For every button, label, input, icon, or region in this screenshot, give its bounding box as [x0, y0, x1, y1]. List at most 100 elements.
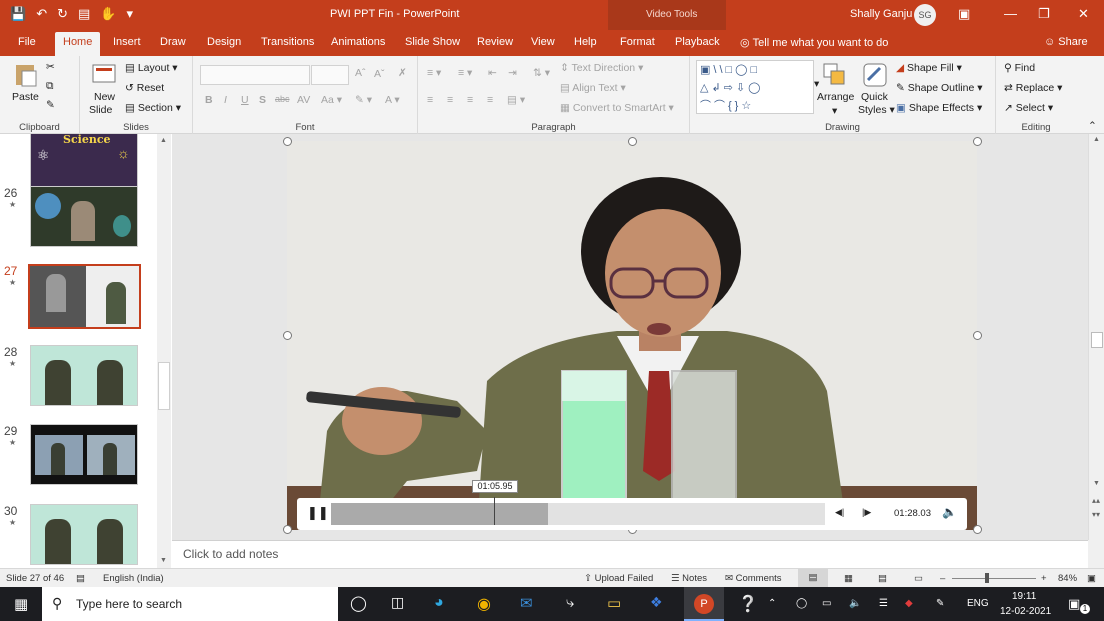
collapse-ribbon-icon[interactable]: ⌃ — [1088, 120, 1097, 132]
tab-file[interactable]: File — [18, 36, 36, 48]
ribbon-display-icon[interactable]: ▣ — [958, 6, 970, 22]
copy-icon[interactable]: ⧉ — [46, 80, 54, 93]
cortana-icon[interactable]: ◯ — [350, 594, 370, 614]
section-button[interactable]: ▤ Section ▾ — [125, 102, 181, 114]
tab-insert[interactable]: Insert — [113, 36, 141, 48]
thumbnail-scrollbar[interactable]: ▲ ▼ — [157, 134, 171, 568]
quick-styles-label-1[interactable]: Quick — [861, 91, 888, 103]
strikethrough-icon[interactable]: abc — [275, 94, 290, 104]
edge-icon[interactable]: ◕ — [434, 594, 454, 614]
resize-handle-br[interactable] — [973, 525, 982, 534]
line-spacing-icon[interactable]: ⇅ ▾ — [533, 67, 550, 79]
seek-track[interactable] — [331, 497, 825, 525]
cut-icon[interactable]: ✂ — [46, 61, 55, 73]
file-explorer-icon[interactable]: ▭ — [607, 594, 627, 614]
spellcheck-icon[interactable]: ▤ — [76, 573, 85, 584]
prev-slide-icon[interactable]: ▴▴ — [1092, 496, 1100, 505]
volume-icon[interactable]: 🔈 — [942, 505, 957, 519]
tab-design[interactable]: Design — [207, 36, 241, 48]
shapes-more-icon[interactable]: ▾ — [814, 78, 819, 90]
align-center-icon[interactable]: ≡ — [447, 94, 453, 106]
shape-effects-button[interactable]: ▣ Shape Effects ▾ — [896, 102, 982, 114]
scroll-up-icon[interactable]: ▲ — [1093, 136, 1100, 143]
thumbnail-30[interactable]: 30 ★ — [0, 504, 160, 568]
tab-help[interactable]: Help — [574, 36, 597, 48]
editor-scroll-thumb[interactable] — [1091, 332, 1103, 348]
resize-handle-tl[interactable] — [283, 137, 292, 146]
increase-indent-icon[interactable]: ⇥ — [508, 67, 517, 79]
comments-toggle[interactable]: ✉ Comments — [725, 573, 782, 584]
clock-date[interactable]: 12-02-2021 — [1000, 606, 1051, 617]
step-back-icon[interactable]: ◀| — [835, 507, 844, 518]
shape-fill-button[interactable]: ◢ Shape Fill ▾ — [896, 62, 962, 74]
bullets-icon[interactable]: ≡ ▾ — [427, 67, 441, 79]
touch-mode-icon[interactable]: ✋ — [100, 6, 116, 22]
mail-icon[interactable]: ✉ — [520, 594, 540, 614]
seek-cursor[interactable] — [494, 497, 496, 525]
zoom-out-icon[interactable]: – — [940, 573, 945, 584]
resize-handle-mr[interactable] — [973, 331, 982, 340]
select-button[interactable]: ↗ Select ▾ — [1004, 102, 1053, 114]
new-slide-label-2[interactable]: Slide — [89, 104, 112, 116]
tab-playback[interactable]: Playback — [675, 36, 720, 48]
editor-scrollbar[interactable]: ▲ ▼ ▴▴ ▾▾ — [1088, 134, 1104, 540]
pen-tray-icon[interactable]: ✎ — [936, 598, 944, 609]
fit-to-window-icon[interactable]: ▣ — [1087, 573, 1096, 584]
slideshow-view-icon[interactable]: ▭ — [914, 573, 923, 584]
bold-icon[interactable]: B — [205, 94, 213, 106]
thumbnail-28[interactable]: 28 ★ — [0, 345, 160, 409]
volume-tray-icon[interactable]: 🔈 — [849, 598, 861, 609]
language-indicator[interactable]: English (India) — [103, 573, 164, 584]
new-slide-label-1[interactable]: New — [94, 91, 115, 103]
tab-animations[interactable]: Animations — [331, 36, 385, 48]
notes-scrollbar[interactable] — [1088, 540, 1104, 568]
video-frame[interactable] — [287, 141, 977, 530]
shapes-gallery[interactable]: ▣\\□◯□ △↲⇨⇩◯ ⌒⌒{}☆ — [696, 60, 814, 114]
grow-font-icon[interactable]: Aˆ — [355, 67, 366, 79]
resize-handle-bl[interactable] — [283, 525, 292, 534]
align-right-icon[interactable]: ≡ — [467, 94, 473, 106]
taskbar-search[interactable]: ⚲ Type here to search — [42, 587, 338, 621]
char-spacing-icon[interactable]: AV — [297, 94, 310, 106]
find-button[interactable]: ⚲ Find — [1004, 62, 1035, 74]
justify-icon[interactable]: ≡ — [487, 94, 493, 106]
dropbox-icon[interactable]: ❖ — [650, 594, 670, 614]
redo-icon[interactable]: ↻ — [57, 6, 68, 22]
minimize-icon[interactable]: — — [1004, 6, 1017, 21]
restore-icon[interactable]: ❐ — [1038, 6, 1050, 22]
undo-icon[interactable]: ↶ — [36, 6, 47, 22]
font-color-icon[interactable]: A ▾ — [385, 94, 400, 106]
help-icon[interactable]: ❔ — [738, 594, 758, 614]
tab-slide-show[interactable]: Slide Show — [405, 36, 460, 48]
convert-smartart-button[interactable]: ▦ Convert to SmartArt ▾ — [560, 102, 674, 114]
antivirus-icon[interactable]: ◆ — [905, 598, 913, 609]
battery-icon[interactable]: ▭ — [822, 598, 831, 609]
new-slide-icon[interactable] — [91, 62, 117, 88]
font-size-combo[interactable] — [311, 65, 349, 85]
format-painter-icon[interactable]: ✎ — [46, 99, 55, 111]
scroll-down-icon[interactable]: ▼ — [1093, 480, 1100, 487]
italic-icon[interactable]: I — [224, 94, 227, 106]
decrease-indent-icon[interactable]: ⇤ — [488, 67, 497, 79]
shape-outline-button[interactable]: ✎ Shape Outline ▾ — [896, 82, 983, 94]
tab-transitions[interactable]: Transitions — [261, 36, 314, 48]
replace-button[interactable]: ⇄ Replace ▾ — [1004, 82, 1062, 94]
thumbnail-27[interactable]: 27 ★ — [0, 264, 160, 329]
tab-format[interactable]: Format — [620, 36, 655, 48]
user-name[interactable]: Shally Ganju — [850, 8, 912, 20]
reading-view-icon[interactable]: ▤ — [878, 573, 887, 584]
customize-qat-icon[interactable]: ▾ — [126, 6, 133, 22]
text-direction-button[interactable]: ⇕ Text Direction ▾ — [560, 62, 643, 74]
underline-icon[interactable]: U — [241, 94, 249, 106]
wifi-icon[interactable]: ☰ — [879, 598, 888, 609]
close-icon[interactable]: ✕ — [1078, 6, 1089, 22]
chrome-icon[interactable]: ◉ — [477, 594, 497, 614]
lightning-app-icon[interactable]: ⤷ — [566, 594, 586, 614]
avatar[interactable]: SG — [914, 4, 936, 26]
zoom-level[interactable]: 84% — [1058, 573, 1077, 584]
align-left-icon[interactable]: ≡ — [427, 94, 433, 106]
tell-me-search[interactable]: ◎ Tell me what you want to do — [740, 36, 888, 49]
step-forward-icon[interactable]: |▶ — [862, 507, 871, 518]
next-slide-icon[interactable]: ▾▾ — [1092, 510, 1100, 519]
show-hidden-icons[interactable]: ⌃ — [768, 598, 776, 609]
